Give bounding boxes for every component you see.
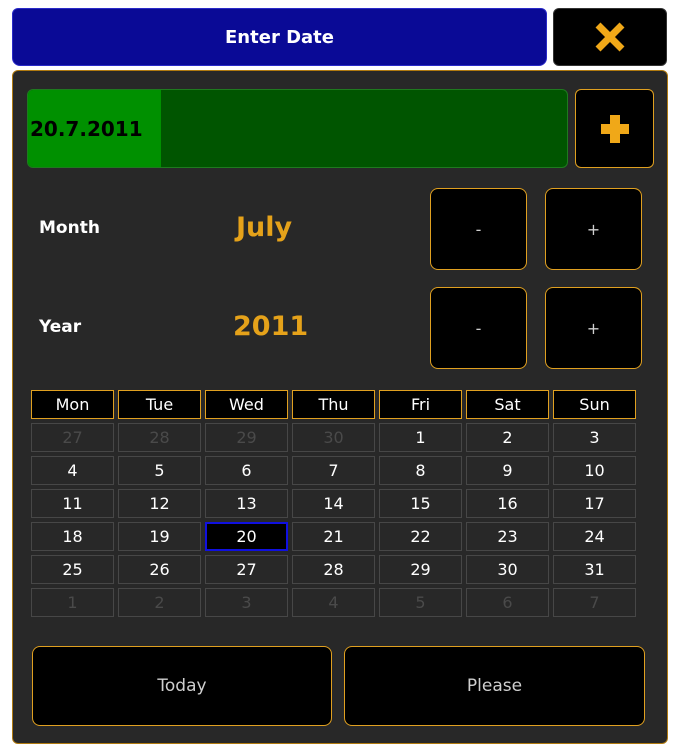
calendar-adjacent-month-day-cell[interactable]: 29 xyxy=(205,423,288,452)
month-increment-button[interactable]: + xyxy=(545,188,642,270)
calendar-day-cell[interactable]: 10 xyxy=(553,456,636,485)
calendar-day-cell[interactable]: 18 xyxy=(31,522,114,551)
calendar-day-cell[interactable]: 9 xyxy=(466,456,549,485)
year-label: Year xyxy=(39,317,82,337)
year-decrement-button[interactable]: - xyxy=(430,287,527,369)
date-input-value: 20.7.2011 xyxy=(30,116,143,141)
calendar-weeks: 27 28 29 30 1 2 3 4 5 6 7 8 9 10 11 12 13 14 15 16 17 18 19 20 2… xyxy=(31,419,641,617)
year-increment-button[interactable]: + xyxy=(545,287,642,369)
calendar-day-cell[interactable]: 19 xyxy=(118,522,201,551)
calendar-week-row: 11 12 13 14 15 16 17 xyxy=(31,485,641,518)
calendar-day-cell[interactable]: 15 xyxy=(379,489,462,518)
weekday-header-row: Mon Tue Wed Thu Fri Sat Sun xyxy=(31,390,641,419)
calendar-week-row: 1234567 xyxy=(31,584,641,617)
calendar-adjacent-month-day-cell[interactable]: 30 xyxy=(292,423,375,452)
calendar-day-cell[interactable]: 5 xyxy=(118,456,201,485)
calendar-adjacent-month-day-cell[interactable]: 28 xyxy=(118,423,201,452)
weekday-header: Wed xyxy=(205,390,288,419)
weekday-header: Thu xyxy=(292,390,375,419)
year-value: 2011 xyxy=(233,311,309,342)
calendar-week-row: 27 28 29 30 1 2 3 xyxy=(31,419,641,452)
calendar-day-cell[interactable]: 12 xyxy=(118,489,201,518)
weekday-header: Mon xyxy=(31,390,114,419)
calendar-day-cell[interactable]: 2 xyxy=(466,423,549,452)
calendar-day-cell[interactable]: 13 xyxy=(205,489,288,518)
calendar-day-cell[interactable]: 20 xyxy=(205,522,288,551)
calendar-day-cell[interactable]: 22 xyxy=(379,522,462,551)
calendar-day-cell[interactable]: 4 xyxy=(31,456,114,485)
calendar-day-cell[interactable]: 30 xyxy=(466,555,549,584)
calendar-day-cell[interactable]: 31 xyxy=(553,555,636,584)
calendar-week-row: 18 19 20 21 22 23 24 xyxy=(31,518,641,551)
calendar-day-cell[interactable]: 6 xyxy=(205,456,288,485)
calendar-adjacent-month-day-cell[interactable]: 4 xyxy=(292,588,375,617)
month-value: July xyxy=(236,212,293,243)
calendar-day-cell[interactable]: 21 xyxy=(292,522,375,551)
calendar-week-row: 25 26 27 28 29 30 31 xyxy=(31,551,641,584)
calendar-week-row: 4 5 6 7 8 9 10 xyxy=(31,452,641,485)
month-label: Month xyxy=(39,218,100,238)
close-icon xyxy=(595,22,625,52)
weekday-header: Fri xyxy=(379,390,462,419)
calendar-adjacent-month-day-cell[interactable]: 27 xyxy=(31,423,114,452)
weekday-header: Sun xyxy=(553,390,636,419)
calendar-adjacent-month-day-cell[interactable]: 7 xyxy=(553,588,636,617)
calendar-day-cell[interactable]: 28 xyxy=(292,555,375,584)
calendar-day-cell[interactable]: 8 xyxy=(379,456,462,485)
calendar-day-cell[interactable]: 24 xyxy=(553,522,636,551)
please-button[interactable]: Please xyxy=(344,646,645,726)
weekday-header: Sat xyxy=(466,390,549,419)
calendar-day-cell[interactable]: 26 xyxy=(118,555,201,584)
close-button[interactable] xyxy=(553,8,667,66)
weekday-header: Tue xyxy=(118,390,201,419)
calendar-day-cell[interactable]: 3 xyxy=(553,423,636,452)
plus-icon xyxy=(600,114,629,143)
month-decrement-button[interactable]: - xyxy=(430,188,527,270)
calendar-day-cell[interactable]: 7 xyxy=(292,456,375,485)
calendar-adjacent-month-day-cell[interactable]: 6 xyxy=(466,588,549,617)
calendar-day-cell[interactable]: 23 xyxy=(466,522,549,551)
dialog-title-bar: Enter Date xyxy=(12,8,547,66)
calendar-day-cell[interactable]: 1 xyxy=(379,423,462,452)
calendar-day-cell[interactable]: 25 xyxy=(31,555,114,584)
calendar-grid: Mon Tue Wed Thu Fri Sat Sun 27 28 29 30 1 2 3 4… xyxy=(31,390,641,617)
calendar-adjacent-month-day-cell[interactable]: 3 xyxy=(205,588,288,617)
dialog-title: Enter Date xyxy=(225,26,334,48)
calendar-day-cell[interactable]: 17 xyxy=(553,489,636,518)
calendar-adjacent-month-day-cell[interactable]: 2 xyxy=(118,588,201,617)
calendar-adjacent-month-day-cell[interactable]: 5 xyxy=(379,588,462,617)
date-input-field[interactable]: 20.7.2011 xyxy=(27,89,568,168)
calendar-day-cell[interactable]: 29 xyxy=(379,555,462,584)
calendar-day-cell[interactable]: 14 xyxy=(292,489,375,518)
calendar-day-cell[interactable]: 27 xyxy=(205,555,288,584)
calendar-day-cell[interactable]: 11 xyxy=(31,489,114,518)
today-button[interactable]: Today xyxy=(32,646,332,726)
calendar-day-cell[interactable]: 16 xyxy=(466,489,549,518)
calendar-adjacent-month-day-cell[interactable]: 1 xyxy=(31,588,114,617)
add-date-button[interactable] xyxy=(575,89,654,168)
